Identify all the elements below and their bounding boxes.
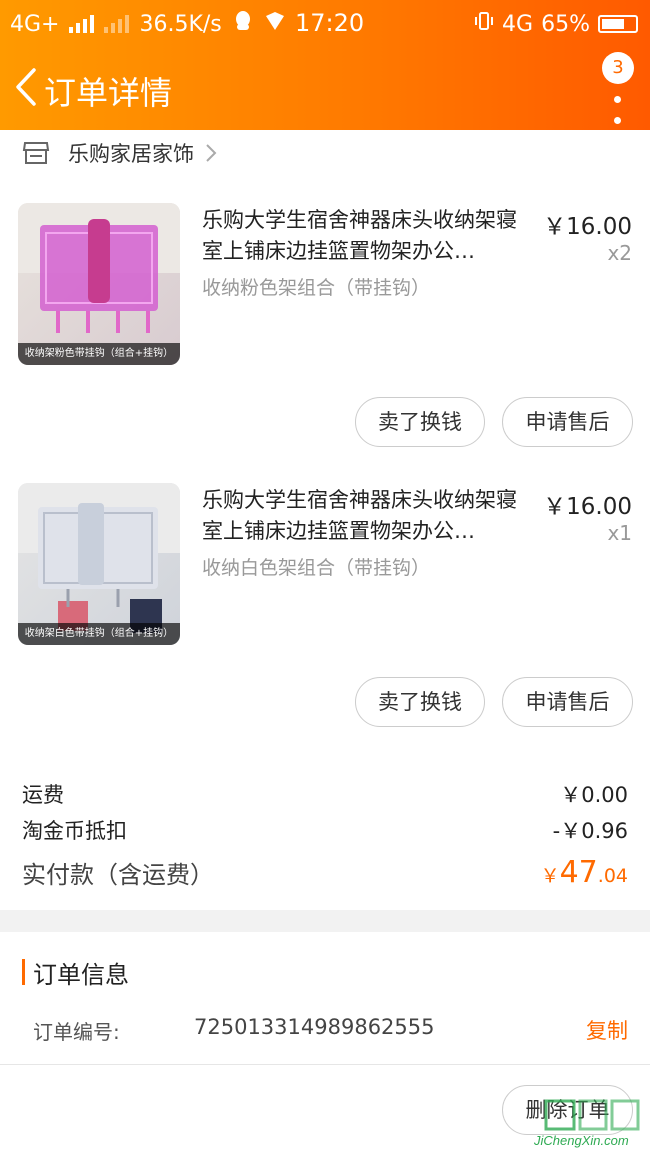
status-left: 4G+ 36.5K/s: [10, 10, 286, 38]
shop-row[interactable]: 乐购家居家饰: [0, 130, 650, 176]
product-title[interactable]: 乐购大学生宿舍神器床头收纳架寝室上铺床边挂篮置物架办公…: [202, 205, 537, 267]
chevron-right-icon: [206, 144, 217, 162]
shipping-value: ￥0.00: [560, 783, 628, 807]
notification-badge: 3: [602, 52, 634, 84]
page-title: 订单详情: [44, 74, 173, 112]
shop-name: 乐购家居家饰: [68, 142, 194, 166]
after-sale-button[interactable]: 申请售后: [502, 677, 633, 727]
sell-button[interactable]: 卖了换钱: [355, 397, 485, 447]
paid-integer: 47: [559, 854, 598, 890]
product-sku: 收纳白色架组合（带挂钩）: [202, 557, 431, 579]
product-image-pink-rack: [18, 203, 180, 333]
order-item[interactable]: 收纳架白色带挂钩（组合+挂钩） 乐购大学生宿舍神器床头收纳架寝室上铺床边挂篮置物…: [0, 483, 650, 663]
thumbnail-caption: 收纳架粉色带挂钩（组合+挂钩）: [18, 343, 180, 365]
more-dot-icon: [613, 95, 621, 103]
paid-label: 实付款（含运费）: [22, 860, 214, 889]
paid-amount: ￥47.04: [541, 855, 628, 890]
coin-deduction-row: 淘金币抵扣 -￥0.96: [22, 812, 628, 848]
after-sale-button[interactable]: 申请售后: [502, 397, 633, 447]
paid-currency: ￥: [540, 864, 560, 887]
section-divider: [0, 910, 650, 932]
product-price: ￥16.00: [543, 214, 632, 240]
product-thumbnail[interactable]: 收纳架白色带挂钩（组合+挂钩）: [18, 483, 180, 645]
product-quantity: x1: [607, 521, 632, 545]
copy-button[interactable]: 复制: [586, 1015, 628, 1045]
store-icon: [22, 142, 50, 164]
battery-percent: 65%: [541, 11, 590, 37]
back-button[interactable]: [8, 64, 44, 110]
watermark-text: JiChengXin.com: [534, 1133, 629, 1148]
paid-decimal: .04: [597, 864, 628, 887]
shipping-label: 运费: [22, 783, 64, 807]
battery-icon: [598, 15, 638, 33]
shipping-row: 运费 ￥0.00: [22, 776, 628, 812]
header: 4G+ 36.5K/s 17:20 4G 65% 订单详情 3: [0, 0, 650, 130]
product-image-white-rack: [18, 483, 180, 633]
price-summary: 运费 ￥0.00 淘金币抵扣 -￥0.96 实付款（含运费） ￥47.04: [22, 776, 628, 896]
product-quantity: x2: [607, 241, 632, 265]
status-time: 17:20: [295, 9, 365, 37]
accent-bar: [22, 959, 25, 985]
network-label-right: 4G: [502, 11, 534, 37]
product-sku: 收纳粉色架组合（带挂钩）: [202, 277, 431, 299]
signal-icon: [69, 15, 95, 33]
status-right: 4G 65%: [474, 10, 638, 38]
order-number-value: 725013314989862555: [194, 1015, 435, 1039]
order-item[interactable]: 收纳架粉色带挂钩（组合+挂钩） 乐购大学生宿舍神器床头收纳架寝室上铺床边挂篮置物…: [0, 203, 650, 383]
coin-label: 淘金币抵扣: [22, 819, 127, 843]
chevron-left-icon: [16, 68, 36, 106]
total-paid-row: 实付款（含运费） ￥47.04: [22, 848, 628, 896]
vibrate-icon: [474, 10, 494, 38]
status-bar: 4G+ 36.5K/s 17:20 4G 65%: [0, 0, 650, 46]
thumbnail-caption: 收纳架白色带挂钩（组合+挂钩）: [18, 623, 180, 645]
signal-secondary-icon: [104, 15, 130, 33]
order-number-label: 订单编号:: [33, 1020, 120, 1044]
order-number-row: 订单编号: 725013314989862555 复制: [0, 1010, 650, 1048]
product-price: ￥16.00: [543, 494, 632, 520]
product-thumbnail[interactable]: 收纳架粉色带挂钩（组合+挂钩）: [18, 203, 180, 365]
network-label: 4G+: [10, 11, 60, 37]
order-info-heading: 订单信息: [22, 957, 129, 989]
qq-icon: [232, 10, 254, 38]
vpn-shield-icon: [264, 10, 286, 38]
more-dot-icon: [613, 117, 621, 124]
order-info-title: 订单信息: [33, 960, 129, 989]
sell-button[interactable]: 卖了换钱: [355, 677, 485, 727]
watermark-logo: JiChengXin.com: [516, 1097, 646, 1153]
nav-bar: 订单详情 3: [0, 46, 650, 130]
product-title[interactable]: 乐购大学生宿舍神器床头收纳架寝室上铺床边挂篮置物架办公…: [202, 485, 537, 547]
coin-value: -￥0.96: [552, 819, 628, 843]
network-speed: 36.5K/s: [139, 11, 222, 37]
divider: [0, 1064, 650, 1065]
